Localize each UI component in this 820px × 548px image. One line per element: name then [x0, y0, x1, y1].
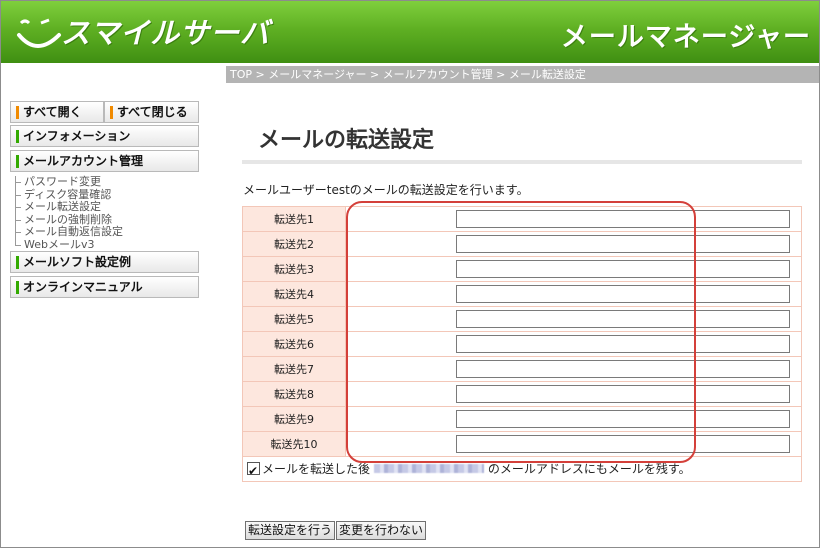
- forward-input-3[interactable]: [456, 260, 790, 278]
- forward-input-1[interactable]: [456, 210, 790, 228]
- sidebar-link-webmail[interactable]: Webメールv3: [14, 238, 123, 252]
- forward-table: 転送先1 転送先2 転送先3 転送先4 転送先5 転送先6 転送先7 転送先8 …: [242, 206, 802, 457]
- logo-text: スマイルサーバ: [61, 16, 270, 50]
- sidebar-link-password[interactable]: パスワード変更: [14, 175, 123, 189]
- forward-label: 転送先6: [242, 331, 346, 357]
- sidebar-item-online-manual[interactable]: オンラインマニュアル: [10, 276, 199, 298]
- table-row: 転送先4: [242, 281, 802, 307]
- table-row: 転送先10: [242, 431, 802, 457]
- table-row: 転送先5: [242, 306, 802, 332]
- keep-copy-label-before[interactable]: メールを転送した後: [262, 462, 370, 476]
- sidebar-link-mail-forward[interactable]: メール転送設定: [14, 200, 123, 214]
- table-row: 転送先2: [242, 231, 802, 257]
- table-row: 転送先9: [242, 406, 802, 432]
- table-row: 転送先8: [242, 381, 802, 407]
- page-title: メールの転送設定: [258, 128, 435, 153]
- forward-label: 転送先1: [242, 206, 346, 232]
- forward-input-8[interactable]: [456, 385, 790, 403]
- breadcrumb[interactable]: TOP > メールマネージャー > メールアカウント管理 > メール転送設定: [226, 66, 819, 83]
- forward-input-4[interactable]: [456, 285, 790, 303]
- close-all-button[interactable]: すべて閉じる: [104, 101, 199, 123]
- forward-label: 転送先9: [242, 406, 346, 432]
- open-all-button[interactable]: すべて開く: [10, 101, 104, 123]
- table-row: 転送先3: [242, 256, 802, 282]
- forward-label: 転送先4: [242, 281, 346, 307]
- forward-label: 転送先10: [242, 431, 346, 457]
- table-row: 転送先1: [242, 206, 802, 232]
- forward-input-6[interactable]: [456, 335, 790, 353]
- keep-copy-label-after: のメールアドレスにもメールを残す。: [487, 462, 691, 476]
- intro-text: メールユーザーtestのメールの転送設定を行います。: [243, 183, 529, 197]
- sidebar-item-information[interactable]: インフォメーション: [10, 125, 199, 147]
- forward-label: 転送先3: [242, 256, 346, 282]
- forward-input-5[interactable]: [456, 310, 790, 328]
- forward-input-10[interactable]: [456, 435, 790, 453]
- forward-label: 転送先8: [242, 381, 346, 407]
- app-title: メールマネージャー: [560, 22, 811, 53]
- table-row: 転送先6: [242, 331, 802, 357]
- redacted-address: [373, 464, 484, 473]
- keep-copy-checkbox[interactable]: [247, 459, 260, 483]
- sidebar-link-auto-reply[interactable]: メール自動返信設定: [14, 225, 123, 239]
- cancel-changes-button[interactable]: 変更を行わない: [336, 521, 427, 540]
- forward-input-9[interactable]: [456, 410, 790, 428]
- title-divider: [242, 160, 802, 164]
- forward-input-2[interactable]: [456, 235, 790, 253]
- table-row: 転送先7: [242, 356, 802, 382]
- forward-label: 転送先5: [242, 306, 346, 332]
- sidebar-item-mail-account[interactable]: メールアカウント管理: [10, 150, 199, 172]
- sidebar-item-mail-soft[interactable]: メールソフト設定例: [10, 251, 199, 273]
- forward-label: 転送先2: [242, 231, 346, 257]
- forward-label: 転送先7: [242, 356, 346, 382]
- apply-forward-button[interactable]: 転送設定を行う: [245, 521, 336, 540]
- forward-input-7[interactable]: [456, 360, 790, 378]
- keep-copy-row: メールを転送した後 のメールアドレスにもメールを残す。: [242, 456, 802, 483]
- header-banner: スマイルサーバ メールマネージャー: [1, 1, 819, 63]
- sidebar-subtree: パスワード変更 ディスク容量確認 メール転送設定 メールの強制削除 メール自動返…: [14, 175, 123, 252]
